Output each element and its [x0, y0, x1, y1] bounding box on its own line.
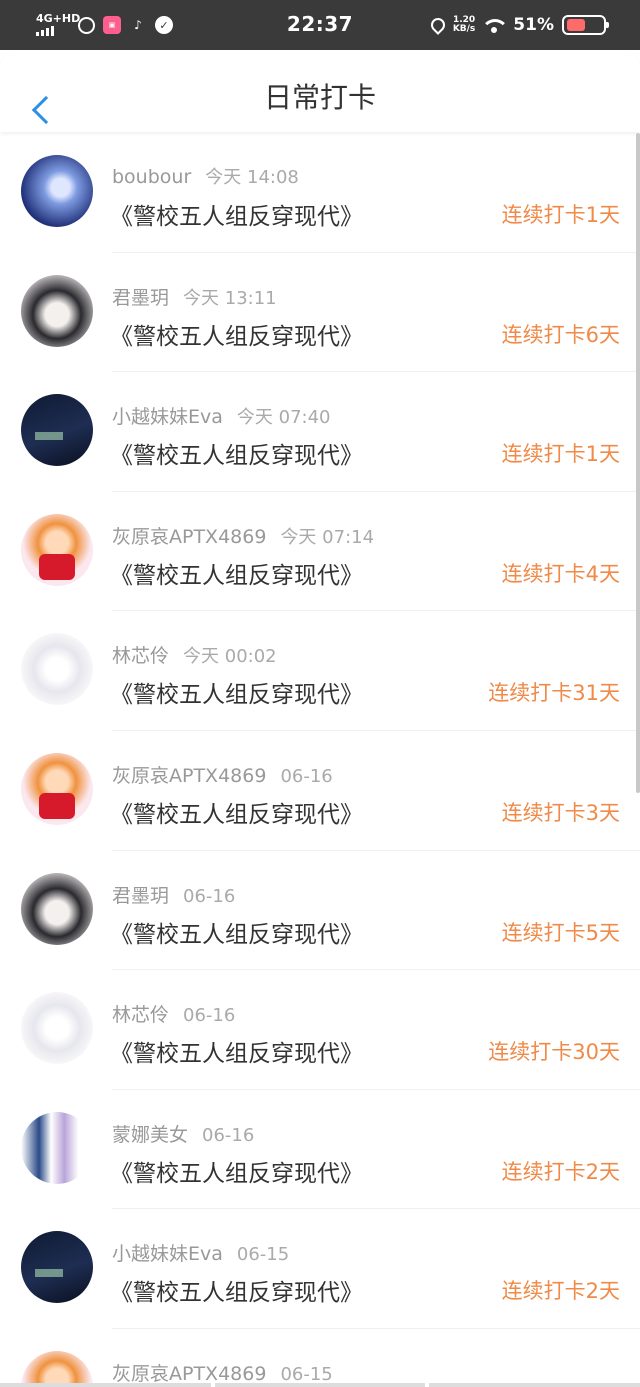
avatar[interactable]: [21, 872, 93, 945]
avatar[interactable]: [21, 992, 93, 1065]
user-meta: 灰原哀APTX4869 今天 07:14: [112, 522, 374, 549]
nav-header: 日常打卡: [0, 50, 640, 132]
avatar[interactable]: [21, 394, 93, 467]
streak-label: 连续打卡30天: [488, 1040, 620, 1065]
checkin-time: 今天 14:08: [205, 167, 299, 188]
speed-unit: KB/s: [452, 24, 476, 34]
checkin-time: 今天 13:11: [183, 287, 277, 309]
avatar[interactable]: [21, 1350, 93, 1387]
wifi-icon: [483, 17, 506, 33]
user-name[interactable]: 灰原哀APTX4869: [112, 1363, 266, 1385]
user-meta: 小越妹妹Eva 06-15: [112, 1239, 289, 1266]
avatar[interactable]: [21, 1111, 93, 1184]
checkin-time: 今天 07:40: [236, 407, 331, 429]
list-item[interactable]: boubour 今天 14:08 《警校五人组反穿现代》 连续打卡1天: [0, 133, 640, 253]
location-icon: [427, 15, 448, 35]
list-item[interactable]: 灰原哀APTX4869 06-15: [0, 1329, 640, 1387]
status-right: 1.20 KB/s 51%: [427, 12, 609, 38]
avatar[interactable]: [21, 274, 93, 347]
user-name[interactable]: 君墨玥: [112, 885, 169, 907]
user-meta: 林芯伶 今天 00:02: [112, 641, 277, 668]
user-meta: 灰原哀APTX4869 06-16: [112, 761, 333, 788]
list-item[interactable]: 小越妹妹Eva 今天 07:40 《警校五人组反穿现代》 连续打卡1天: [0, 372, 640, 492]
book-title[interactable]: 《警校五人组反穿现代》: [110, 1154, 363, 1188]
checkin-time: 今天 00:02: [183, 646, 277, 668]
user-name[interactable]: 君墨玥: [112, 287, 169, 309]
list-item[interactable]: 林芯伶 06-16 《警校五人组反穿现代》 连续打卡30天: [0, 970, 640, 1090]
checkin-time: 06-16: [202, 1124, 255, 1146]
user-meta: 君墨玥 今天 13:11: [112, 283, 277, 310]
book-title[interactable]: 《警校五人组反穿现代》: [110, 675, 363, 709]
streak-label: 连续打卡2天: [501, 1279, 620, 1304]
user-name[interactable]: 林芯伶: [112, 1004, 169, 1026]
avatar[interactable]: [21, 633, 93, 706]
scrollbar[interactable]: [636, 133, 640, 793]
status-bar: 4G+HD ▣ ♪ ✓ 22:37 1.20 KB/s 51%: [0, 0, 640, 50]
checkin-time: 06-15: [280, 1363, 333, 1385]
streak-label: 连续打卡6天: [501, 322, 620, 347]
user-name[interactable]: 灰原哀APTX4869: [112, 765, 266, 787]
book-title[interactable]: 《警校五人组反穿现代》: [110, 1273, 363, 1307]
user-meta: 小越妹妹Eva 今天 07:40: [112, 402, 331, 429]
avatar[interactable]: [21, 1231, 93, 1304]
avatar[interactable]: [21, 155, 93, 227]
checkin-time: 06-16: [183, 885, 236, 907]
battery-icon: [562, 15, 609, 35]
avatar[interactable]: [21, 752, 93, 825]
book-title[interactable]: 《警校五人组反穿现代》: [110, 436, 363, 470]
avatar[interactable]: [21, 513, 93, 586]
list-item[interactable]: 灰原哀APTX4869 今天 07:14 《警校五人组反穿现代》 连续打卡4天: [0, 492, 640, 612]
book-title[interactable]: 《警校五人组反穿现代》: [110, 1034, 363, 1068]
user-name[interactable]: 小越妹妹Eva: [112, 1243, 223, 1265]
list-item[interactable]: 灰原哀APTX4869 06-16 《警校五人组反穿现代》 连续打卡3天: [0, 731, 640, 851]
streak-label: 连续打卡5天: [501, 920, 620, 945]
user-name[interactable]: 林芯伶: [112, 645, 169, 667]
streak-label: 连续打卡1天: [501, 442, 620, 467]
streak-label: 连续打卡31天: [488, 681, 620, 706]
checkin-time: 06-16: [280, 765, 333, 787]
streak-label: 连续打卡2天: [501, 1159, 620, 1184]
checkin-time: 今天 07:14: [280, 526, 375, 548]
user-name[interactable]: 灰原哀APTX4869: [112, 526, 266, 548]
streak-label: 连续打卡1天: [501, 203, 620, 227]
streak-label: 连续打卡3天: [501, 800, 620, 825]
user-meta: 君墨玥 06-16: [112, 881, 235, 908]
user-name[interactable]: 小越妹妹Eva: [112, 406, 223, 428]
book-title[interactable]: 《警校五人组反穿现代》: [110, 317, 363, 351]
book-title[interactable]: 《警校五人组反穿现代》: [110, 795, 363, 829]
checkin-time: 06-15: [236, 1244, 290, 1266]
user-meta: boubour 今天 14:08: [112, 163, 299, 189]
book-title[interactable]: 《警校五人组反穿现代》: [110, 197, 363, 231]
checkin-list: boubour 今天 14:08 《警校五人组反穿现代》 连续打卡1天 君墨玥 今天 13…: [0, 133, 640, 1387]
list-item[interactable]: 君墨玥 06-16 《警校五人组反穿现代》 连续打卡5天: [0, 851, 640, 971]
user-meta: 林芯伶 06-16: [112, 1000, 235, 1027]
network-speed: 1.20 KB/s: [453, 16, 475, 34]
list-item[interactable]: 小越妹妹Eva 06-15 《警校五人组反穿现代》 连续打卡2天: [0, 1209, 640, 1329]
list-item[interactable]: 蒙娜美女 06-16 《警校五人组反穿现代》 连续打卡2天: [0, 1090, 640, 1210]
list-item[interactable]: 君墨玥 今天 13:11 《警校五人组反穿现代》 连续打卡6天: [0, 253, 640, 373]
list-item[interactable]: 林芯伶 今天 00:02 《警校五人组反穿现代》 连续打卡31天: [0, 611, 640, 731]
user-meta: 蒙娜美女 06-16: [112, 1120, 254, 1147]
streak-label: 连续打卡4天: [501, 561, 620, 586]
user-meta: 灰原哀APTX4869 06-15: [112, 1359, 333, 1386]
bottom-edge: [0, 1383, 640, 1387]
book-title[interactable]: 《警校五人组反穿现代》: [110, 915, 363, 949]
user-name[interactable]: boubour: [112, 166, 191, 188]
book-title[interactable]: 《警校五人组反穿现代》: [110, 556, 363, 590]
user-name[interactable]: 蒙娜美女: [112, 1124, 188, 1146]
battery-percent: 51%: [513, 15, 554, 35]
checkin-time: 06-16: [183, 1005, 236, 1027]
page-title: 日常打卡: [263, 81, 376, 114]
